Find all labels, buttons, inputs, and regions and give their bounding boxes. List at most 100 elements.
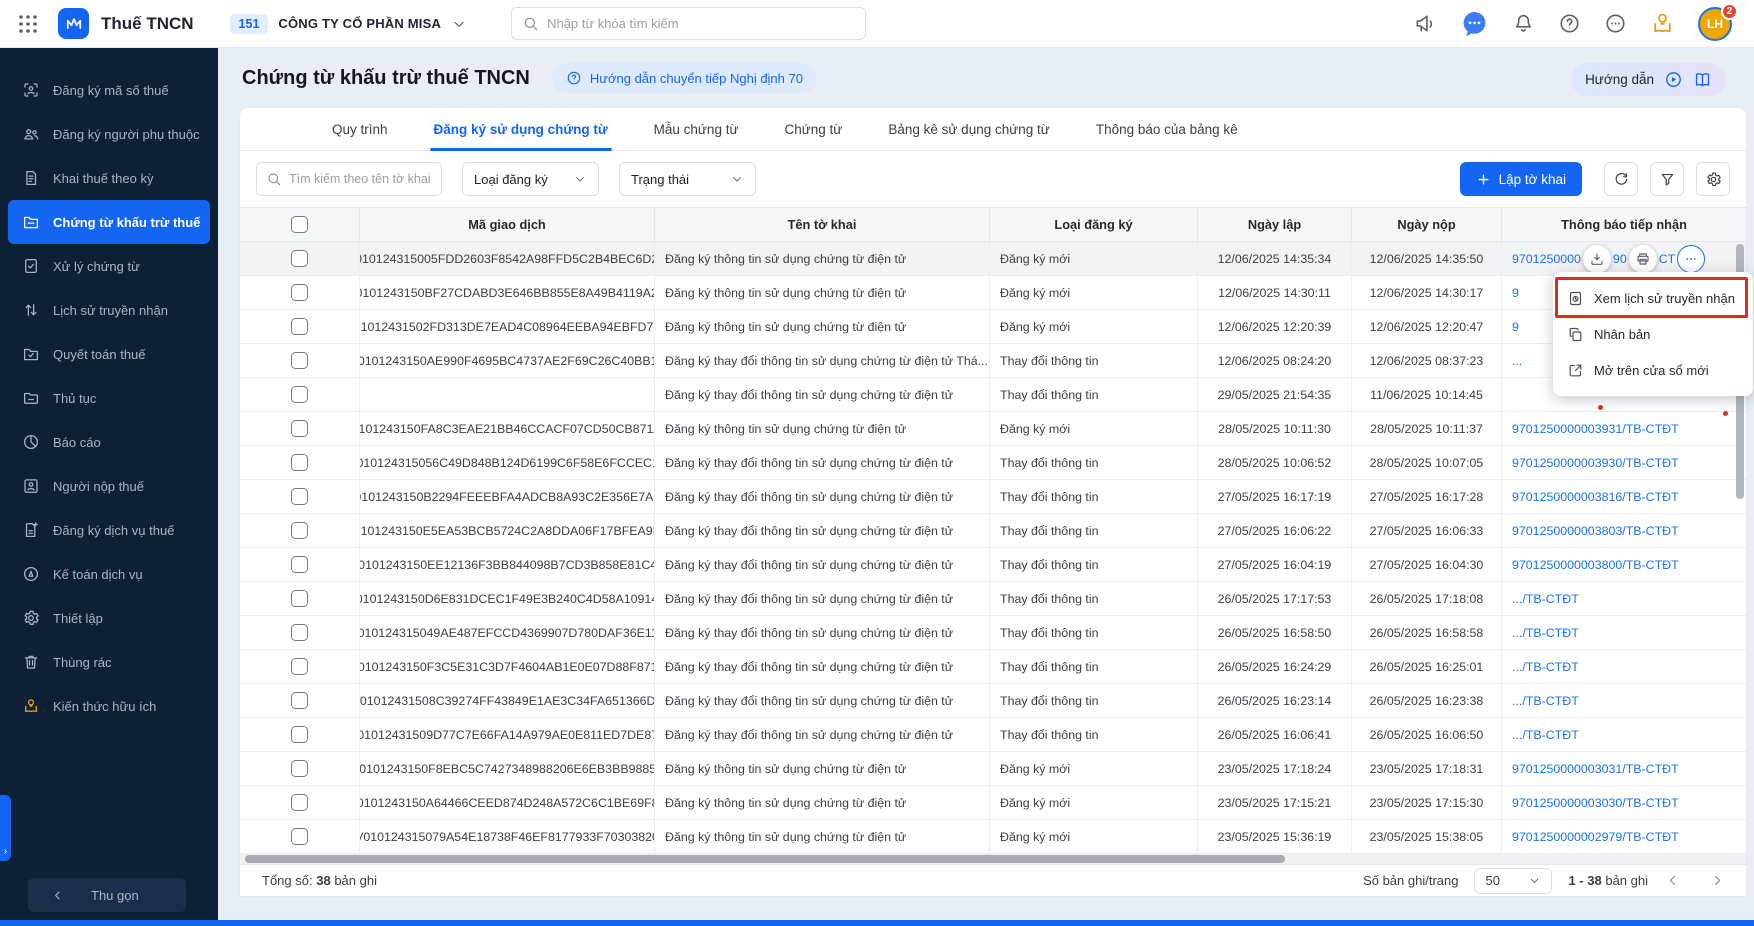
notice-link[interactable]: .../TB-CTĐT [1512, 694, 1579, 708]
row-checkbox[interactable] [291, 284, 308, 301]
table-row[interactable]: V0101243150D6E831DCEC1F49E3B240C4D58A109… [240, 582, 1746, 616]
more-options-icon[interactable] [1604, 12, 1627, 35]
notice-link[interactable]: 9701250000003800/TB-CTĐT [1512, 558, 1679, 572]
column-header[interactable]: Tên tờ khai [655, 208, 990, 241]
global-search[interactable] [511, 7, 866, 40]
row-checkbox[interactable] [291, 658, 308, 675]
sidebar-item-13[interactable]: Thùng rác [0, 640, 218, 684]
notice-link[interactable]: .../TB-CTĐT [1512, 626, 1579, 640]
sidebar-item-11[interactable]: Kế toán dịch vụ [0, 552, 218, 596]
video-play-icon[interactable] [1664, 70, 1683, 89]
tab-0[interactable]: Quy trình [332, 108, 388, 150]
book-icon[interactable] [1693, 70, 1712, 89]
column-header[interactable]: Thông báo tiếp nhận [1502, 208, 1746, 241]
user-avatar[interactable]: LH 2 [1698, 7, 1732, 41]
row-checkbox[interactable] [291, 760, 308, 777]
sidebar-item-5[interactable]: Lịch sử truyền nhận [0, 288, 218, 332]
sidebar-item-3[interactable]: Chứng từ khấu trừ thuế [8, 200, 210, 244]
type-filter-dropdown[interactable]: Loại đăng ký [462, 162, 599, 196]
select-all-checkbox[interactable] [291, 216, 308, 233]
table-row[interactable]: V0101243150BF27CDABD3E646BB855E8A49B4119… [240, 276, 1746, 310]
notice-link[interactable]: 90 [1613, 252, 1627, 266]
global-search-input[interactable] [547, 16, 855, 31]
table-row[interactable]: V010124315079A54E18738F46EF8177933F70303… [240, 820, 1746, 854]
table-row[interactable]: V01012431502FD313DE7EAD4C08964EEBA94EBFD… [240, 310, 1746, 344]
tab-1[interactable]: Đăng ký sử dụng chứng từ [434, 108, 608, 150]
expand-panel-tab[interactable]: › [0, 795, 11, 861]
company-selector[interactable]: CÔNG TY CỔ PHẦN MISA [278, 16, 441, 31]
sidebar-item-9[interactable]: Người nộp thuế [0, 464, 218, 508]
status-filter-dropdown[interactable]: Trạng thái [619, 162, 756, 196]
table-row[interactable]: V0101243150B2294FEEEBFA4ADCB8A93C2E356E7… [240, 480, 1746, 514]
table-row[interactable]: V010124315005FDD2603F8542A98FFD5C2B4BEC6… [240, 242, 1746, 276]
row-checkbox[interactable] [291, 420, 308, 437]
table-row[interactable]: V010124315056C49D848B124D6199C6F58E6FCCE… [240, 446, 1746, 480]
sidebar-item-2[interactable]: Khai thuế theo kỳ [0, 156, 218, 200]
row-checkbox[interactable] [291, 828, 308, 845]
per-page-select[interactable]: 50 [1474, 868, 1552, 894]
menu-item-0[interactable]: Xem lịch sử truyền nhận [1553, 280, 1753, 316]
notice-link[interactable]: 9 [1512, 286, 1519, 300]
notice-link[interactable]: CT [1659, 252, 1676, 266]
sidebar-item-8[interactable]: Báo cáo [0, 420, 218, 464]
notice-link[interactable]: 9701250000003931/TB-CTĐT [1512, 422, 1679, 436]
table-row[interactable]: V0101243150E5EA53BCB5724C2A8DDA06F17BFEA… [240, 514, 1746, 548]
announcement-icon[interactable] [1414, 12, 1437, 35]
row-checkbox[interactable] [291, 488, 308, 505]
sidebar-item-12[interactable]: Thiết lập [0, 596, 218, 640]
column-header[interactable]: Ngày lập [1198, 208, 1352, 241]
download-button[interactable] [1583, 245, 1611, 273]
row-checkbox[interactable] [291, 250, 308, 267]
notice-link[interactable]: .../TB-CTĐT [1512, 660, 1579, 674]
tab-4[interactable]: Bảng kê sử dụng chứng từ [888, 108, 1049, 150]
chevron-down-icon[interactable] [451, 16, 467, 32]
sidebar-item-7[interactable]: Thủ tục [0, 376, 218, 420]
refresh-button[interactable] [1604, 162, 1638, 196]
row-checkbox[interactable] [291, 386, 308, 403]
table-search-input[interactable] [289, 172, 432, 186]
notice-link[interactable]: 9701250000003031/TB-CTĐT [1512, 762, 1679, 776]
guide-link[interactable]: Hướng dẫn chuyển tiếp Nghị định 70 [552, 63, 817, 93]
table-row[interactable]: Đăng ký thay đổi thông tin sử dụng chứng… [240, 378, 1746, 412]
tab-5[interactable]: Thông báo của bảng kê [1096, 108, 1238, 150]
row-checkbox[interactable] [291, 624, 308, 641]
chat-icon[interactable] [1460, 9, 1489, 38]
help-icon[interactable] [1558, 12, 1581, 35]
table-row[interactable]: V0101243150F3C5E31C3D7F4604AB1E0E07D88F8… [240, 650, 1746, 684]
row-checkbox[interactable] [291, 590, 308, 607]
menu-item-1[interactable]: Nhân bản [1553, 316, 1753, 352]
notice-link[interactable]: .../TB-CTĐT [1512, 728, 1579, 742]
sidebar-item-14[interactable]: Kiến thức hữu ích [0, 684, 218, 728]
table-row[interactable]: V01012431508C39274FF43849E1AE3C34FA65136… [240, 684, 1746, 718]
sidebar-item-10[interactable]: Đăng ký dịch vụ thuế [0, 508, 218, 552]
notice-link[interactable]: 9701250000003930/TB-CTĐT [1512, 456, 1679, 470]
menu-item-2[interactable]: Mở trên cửa sổ mới [1553, 352, 1753, 388]
knowledge-icon[interactable] [1650, 11, 1675, 36]
table-row[interactable]: V0101243150AE990F4695BC4737AE2F69C26C40B… [240, 344, 1746, 378]
sidebar-item-1[interactable]: Đăng ký người phụ thuộc [0, 112, 218, 156]
notification-bell-icon[interactable] [1512, 12, 1535, 35]
next-page-icon[interactable] [1709, 872, 1726, 889]
table-row[interactable]: V0101243150F8EBC5C7427348988206E6EB3BB98… [240, 752, 1746, 786]
notice-link[interactable]: 9701250000003030/TB-CTĐT [1512, 796, 1679, 810]
table-search[interactable] [256, 162, 442, 196]
table-row[interactable]: V0101243150A64466CEED874D248A572C6C1BE69… [240, 786, 1746, 820]
help-button[interactable]: Hướng dẫn [1571, 63, 1726, 96]
table-row[interactable]: V0101243150EE12136F3BB844098B7CD3B858E81… [240, 548, 1746, 582]
row-checkbox[interactable] [291, 692, 308, 709]
horizontal-scrollbar-thumb[interactable] [245, 855, 1285, 863]
row-checkbox[interactable] [291, 522, 308, 539]
sidebar-item-6[interactable]: Quyết toán thuế [0, 332, 218, 376]
notice-link[interactable]: .../TB-CTĐT [1512, 592, 1579, 606]
sidebar-item-4[interactable]: Xử lý chứng từ [0, 244, 218, 288]
table-row[interactable]: V0101243150FA8C3EAE21BB46CCACF07CD50CB87… [240, 412, 1746, 446]
column-header[interactable]: Mã giao dịch [360, 208, 655, 241]
tab-3[interactable]: Chứng từ [785, 108, 843, 150]
tab-2[interactable]: Mẫu chứng từ [654, 108, 739, 150]
notice-link[interactable]: 9701250000003816/TB-CTĐT [1512, 490, 1679, 504]
notice-link[interactable]: 9701250000002979/TB-CTĐT [1512, 830, 1679, 844]
row-checkbox[interactable] [291, 556, 308, 573]
row-more-button[interactable] [1677, 245, 1705, 273]
settings-button[interactable] [1696, 162, 1730, 196]
filter-button[interactable] [1650, 162, 1684, 196]
